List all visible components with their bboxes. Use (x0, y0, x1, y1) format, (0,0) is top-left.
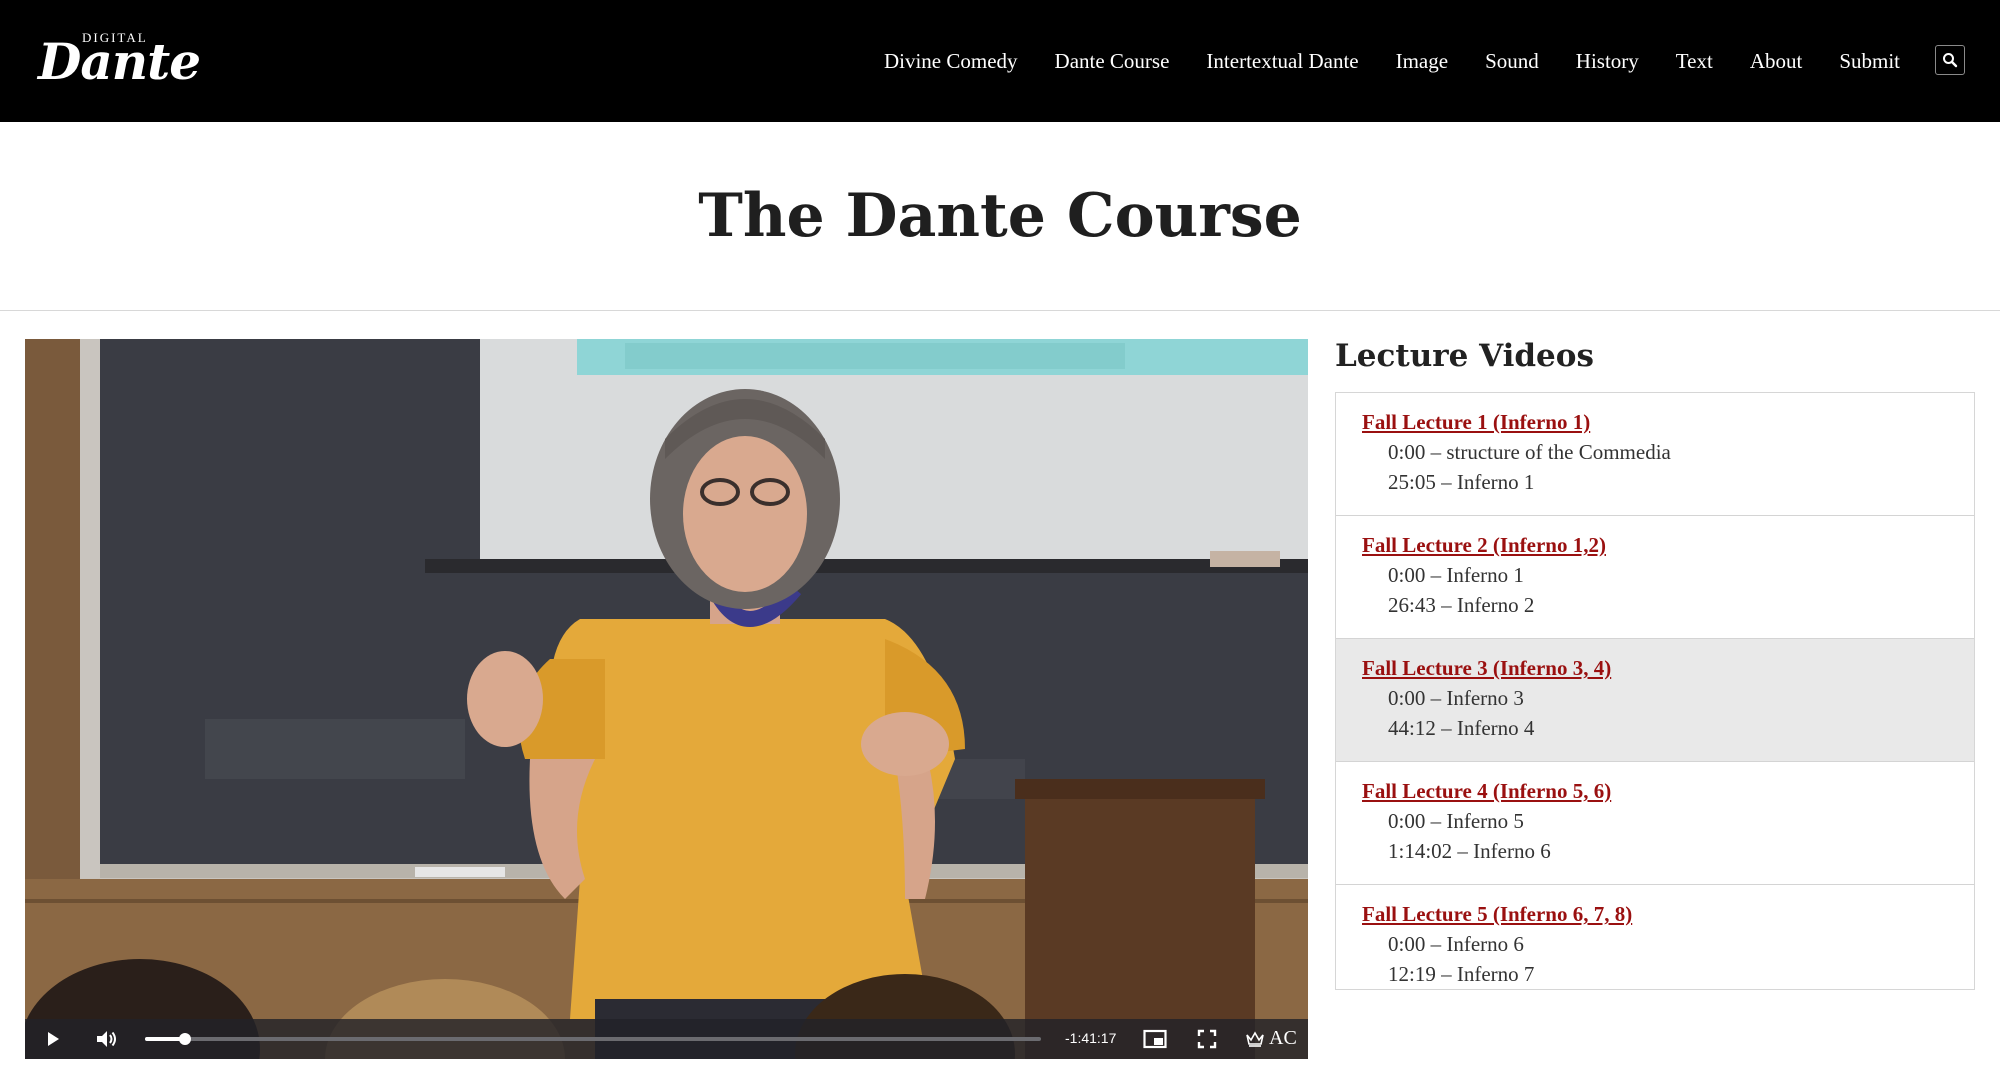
nav-about[interactable]: About (1750, 49, 1803, 74)
chapter-link[interactable]: 0:00 – structure of the Commedia (1388, 437, 1974, 467)
search-button[interactable] (1935, 45, 1965, 75)
nav-divine-comedy[interactable]: Divine Comedy (884, 49, 1018, 74)
play-icon (48, 1032, 59, 1046)
nav-text[interactable]: Text (1676, 49, 1713, 74)
video-progress-bar[interactable] (145, 1033, 1041, 1045)
video-controls: -1:41:17 AC (25, 1019, 1308, 1059)
play-button[interactable] (44, 1030, 62, 1048)
fullscreen-button[interactable] (1197, 1029, 1217, 1049)
title-divider (0, 310, 2000, 311)
volume-button[interactable] (95, 1029, 119, 1049)
picture-in-picture-icon (1143, 1029, 1167, 1049)
ac-label: AC (1269, 1027, 1297, 1049)
lecture-list: Fall Lecture 1 (Inferno 1) 0:00 – struct… (1335, 392, 1975, 990)
lecture-link[interactable]: Fall Lecture 2 (Inferno 1,2) (1362, 530, 1974, 560)
lecture-videos-heading: Lecture Videos (1335, 338, 1594, 374)
nav-submit[interactable]: Submit (1839, 49, 1900, 74)
top-navigation-bar: DIGITAL Dante Divine Comedy Dante Course… (0, 0, 2000, 122)
nav-dante-course[interactable]: Dante Course (1055, 49, 1170, 74)
lecture-item: Fall Lecture 5 (Inferno 6, 7, 8) 0:00 – … (1336, 885, 1974, 989)
nav-sound[interactable]: Sound (1485, 49, 1539, 74)
main-nav: Divine Comedy Dante Course Intertextual … (847, 0, 1900, 122)
logo-main-text: Dante (38, 32, 201, 91)
lecture-link[interactable]: Fall Lecture 4 (Inferno 5, 6) (1362, 776, 1974, 806)
video-player[interactable]: -1:41:17 AC (25, 339, 1308, 1059)
nav-history[interactable]: History (1576, 49, 1639, 74)
chapter-link[interactable]: 44:12 – Inferno 4 (1388, 713, 1974, 743)
lecture-link[interactable]: Fall Lecture 3 (Inferno 3, 4) (1362, 653, 1974, 683)
lecture-item: Fall Lecture 4 (Inferno 5, 6) 0:00 – Inf… (1336, 762, 1974, 885)
volume-icon (97, 1031, 116, 1047)
chapter-link[interactable]: 0:00 – Inferno 5 (1388, 806, 1974, 836)
page-title: The Dante Course (698, 181, 1302, 251)
chapter-link[interactable]: 12:19 – Inferno 7 (1388, 959, 1974, 989)
digital-dante-logo[interactable]: DIGITAL Dante (38, 26, 201, 90)
picture-in-picture-button[interactable] (1143, 1029, 1167, 1049)
search-icon (1943, 53, 1958, 68)
lecture-item-active: Fall Lecture 3 (Inferno 3, 4) 0:00 – Inf… (1336, 639, 1974, 762)
chapter-link[interactable]: 0:00 – Inferno 3 (1388, 683, 1974, 713)
nav-image[interactable]: Image (1396, 49, 1448, 74)
audio-captions-button[interactable]: AC (1245, 1027, 1297, 1050)
lecture-link[interactable]: Fall Lecture 1 (Inferno 1) (1362, 407, 1974, 437)
chapter-link[interactable]: 25:05 – Inferno 1 (1388, 467, 1974, 497)
chapter-link[interactable]: 1:14:02 – Inferno 6 (1388, 836, 1974, 866)
chapter-link[interactable]: 0:00 – Inferno 1 (1388, 560, 1974, 590)
lecture-link[interactable]: Fall Lecture 5 (Inferno 6, 7, 8) (1362, 899, 1974, 929)
fullscreen-icon (1197, 1029, 1217, 1049)
chapter-link[interactable]: 26:43 – Inferno 2 (1388, 590, 1974, 620)
time-remaining: -1:41:17 (1065, 1030, 1117, 1046)
chapter-link[interactable]: 0:00 – Inferno 6 (1388, 929, 1974, 959)
video-frame (25, 339, 1308, 1059)
lecture-item: Fall Lecture 2 (Inferno 1,2) 0:00 – Infe… (1336, 516, 1974, 639)
nav-intertextual-dante[interactable]: Intertextual Dante (1206, 49, 1358, 74)
progress-handle[interactable] (179, 1033, 192, 1045)
lecture-item: Fall Lecture 1 (Inferno 1) 0:00 – struct… (1336, 393, 1974, 516)
crown-icon (1246, 1030, 1264, 1047)
